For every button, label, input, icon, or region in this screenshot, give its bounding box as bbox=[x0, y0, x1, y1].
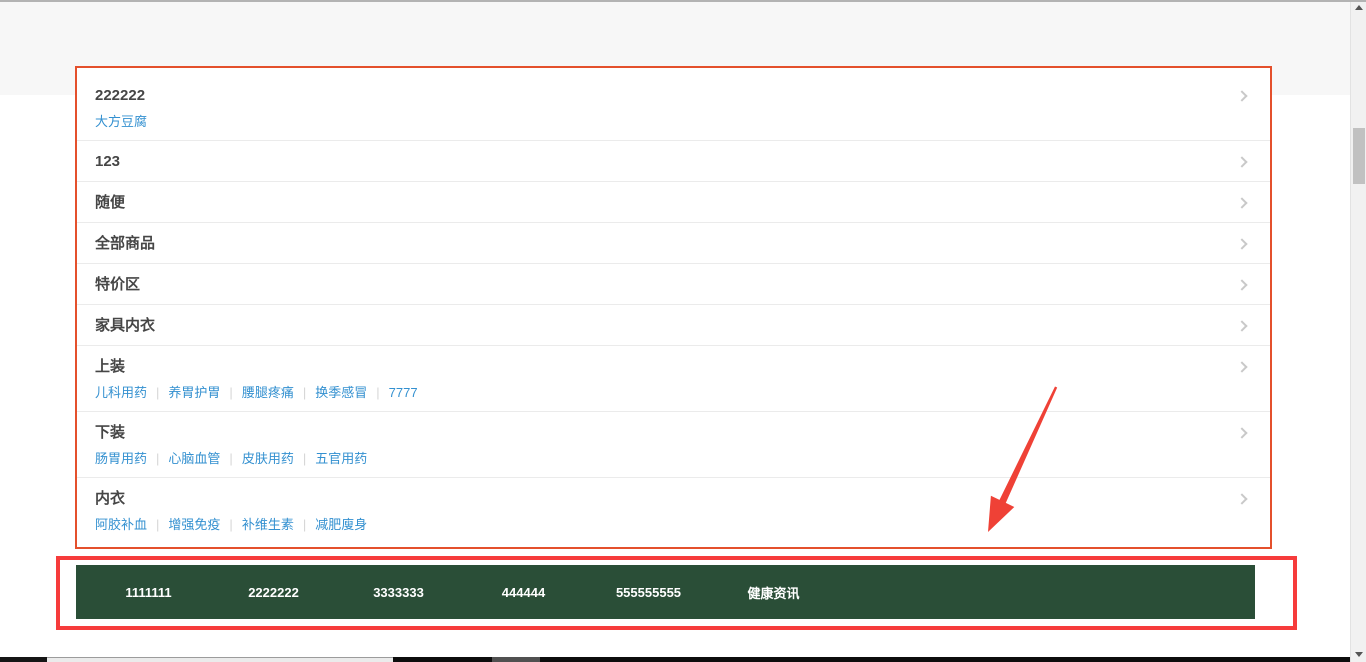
chevron-right-icon bbox=[1236, 90, 1247, 101]
chevron-right-icon bbox=[1236, 238, 1247, 249]
category-section: 下装 肠胃用药 | 心脑血管 | 皮肤用药 | 五官用药 bbox=[77, 412, 1270, 478]
subcategory-link[interactable]: 肠胃用药 bbox=[95, 451, 147, 466]
subcategory-link[interactable]: 阿胶补血 bbox=[95, 517, 147, 532]
category-row[interactable]: 上装 bbox=[95, 356, 1252, 377]
category-section: 全部商品 bbox=[77, 223, 1270, 264]
category-title: 特价区 bbox=[95, 274, 140, 295]
category-row[interactable]: 222222 bbox=[95, 85, 1252, 106]
footer-nav-item[interactable]: 3333333 bbox=[336, 585, 461, 600]
subcategory-link[interactable]: 增强免疫 bbox=[168, 517, 220, 532]
subcategory-link[interactable]: 减肥廋身 bbox=[315, 517, 367, 532]
subcategory-link[interactable]: 五官用药 bbox=[315, 451, 367, 466]
link-separator-icon: | bbox=[156, 385, 159, 400]
category-title: 123 bbox=[95, 151, 120, 172]
link-separator-icon: | bbox=[303, 451, 306, 466]
subcategory-links: 阿胶补血 | 增强免疫 | 补维生素 | 减肥廋身 bbox=[95, 516, 1252, 534]
scroll-down-icon[interactable] bbox=[1355, 652, 1363, 657]
link-separator-icon: | bbox=[229, 451, 232, 466]
footer-nav-item[interactable]: 健康资讯 bbox=[711, 583, 836, 602]
category-title: 家具内衣 bbox=[95, 315, 155, 336]
link-separator-icon: | bbox=[376, 385, 379, 400]
category-row[interactable]: 123 bbox=[95, 151, 1252, 172]
subcategory-link[interactable]: 儿科用药 bbox=[95, 385, 147, 400]
window-top-edge bbox=[0, 0, 1366, 2]
taskbar-sliver-left bbox=[0, 657, 47, 662]
category-row[interactable]: 内衣 bbox=[95, 488, 1252, 509]
subcategory-link[interactable]: 补维生素 bbox=[242, 517, 294, 532]
category-row[interactable]: 随便 bbox=[95, 192, 1252, 213]
subcategory-link[interactable]: 7777 bbox=[389, 385, 418, 400]
category-section: 家具内衣 bbox=[77, 305, 1270, 346]
category-row[interactable]: 特价区 bbox=[95, 274, 1252, 295]
subcategory-link[interactable]: 皮肤用药 bbox=[242, 451, 294, 466]
subcategory-links: 儿科用药 | 养胃护胃 | 腰腿疼痛 | 换季感冒 | 7777 bbox=[95, 384, 1252, 402]
subcategory-links: 大方豆腐 bbox=[95, 113, 1252, 131]
category-section: 特价区 bbox=[77, 264, 1270, 305]
category-title: 随便 bbox=[95, 192, 125, 213]
chevron-right-icon bbox=[1236, 361, 1247, 372]
category-title: 下装 bbox=[95, 422, 125, 443]
footer-nav-item[interactable]: 2222222 bbox=[211, 585, 336, 600]
subcategory-link[interactable]: 心脑血管 bbox=[168, 451, 220, 466]
subcategory-link[interactable]: 腰腿疼痛 bbox=[242, 385, 294, 400]
chevron-right-icon bbox=[1236, 320, 1247, 331]
taskbar-sliver-light bbox=[47, 657, 393, 662]
subcategory-link[interactable]: 大方豆腐 bbox=[95, 114, 147, 129]
chevron-right-icon bbox=[1236, 197, 1247, 208]
subcategory-link[interactable]: 换季感冒 bbox=[315, 385, 367, 400]
category-sections: 222222 大方豆腐 123 随便 全部商品 特价区 bbox=[77, 68, 1270, 549]
link-separator-icon: | bbox=[303, 517, 306, 532]
category-row[interactable]: 家具内衣 bbox=[95, 315, 1252, 336]
footer-nav-item[interactable]: 1111111 bbox=[86, 585, 211, 600]
link-separator-icon: | bbox=[156, 451, 159, 466]
footer-nav-item[interactable]: 555555555 bbox=[586, 585, 711, 600]
chevron-right-icon bbox=[1236, 279, 1247, 290]
link-separator-icon: | bbox=[303, 385, 306, 400]
scroll-up-icon[interactable] bbox=[1355, 5, 1363, 10]
category-row[interactable]: 下装 bbox=[95, 422, 1252, 443]
category-section: 内衣 阿胶补血 | 增强免疫 | 补维生素 | 减肥廋身 bbox=[77, 478, 1270, 549]
category-section: 随便 bbox=[77, 182, 1270, 223]
scrollbar-thumb[interactable] bbox=[1353, 128, 1365, 184]
taskbar-sliver-gray bbox=[492, 657, 540, 662]
category-row[interactable]: 全部商品 bbox=[95, 233, 1252, 254]
category-section: 上装 儿科用药 | 养胃护胃 | 腰腿疼痛 | 换季感冒 | 7777 bbox=[77, 346, 1270, 412]
subcategory-link[interactable]: 养胃护胃 bbox=[168, 385, 220, 400]
category-title: 全部商品 bbox=[95, 233, 155, 254]
category-section: 123 bbox=[77, 141, 1270, 182]
chevron-right-icon bbox=[1236, 156, 1247, 167]
chevron-right-icon bbox=[1236, 493, 1247, 504]
category-panel: 222222 大方豆腐 123 随便 全部商品 特价区 bbox=[75, 66, 1272, 549]
link-separator-icon: | bbox=[229, 517, 232, 532]
category-title: 内衣 bbox=[95, 488, 125, 509]
link-separator-icon: | bbox=[156, 517, 159, 532]
page: 222222 大方豆腐 123 随便 全部商品 特价区 bbox=[0, 0, 1366, 662]
chevron-right-icon bbox=[1236, 427, 1247, 438]
category-title: 222222 bbox=[95, 85, 145, 106]
footer-nav-item[interactable]: 444444 bbox=[461, 585, 586, 600]
scrollbar[interactable] bbox=[1350, 0, 1366, 662]
footer-nav-bar: 111111122222223333333444444555555555健康资讯 bbox=[76, 565, 1255, 619]
category-title: 上装 bbox=[95, 356, 125, 377]
link-separator-icon: | bbox=[229, 385, 232, 400]
category-section: 222222 大方豆腐 bbox=[77, 68, 1270, 141]
subcategory-links: 肠胃用药 | 心脑血管 | 皮肤用药 | 五官用药 bbox=[95, 450, 1252, 468]
